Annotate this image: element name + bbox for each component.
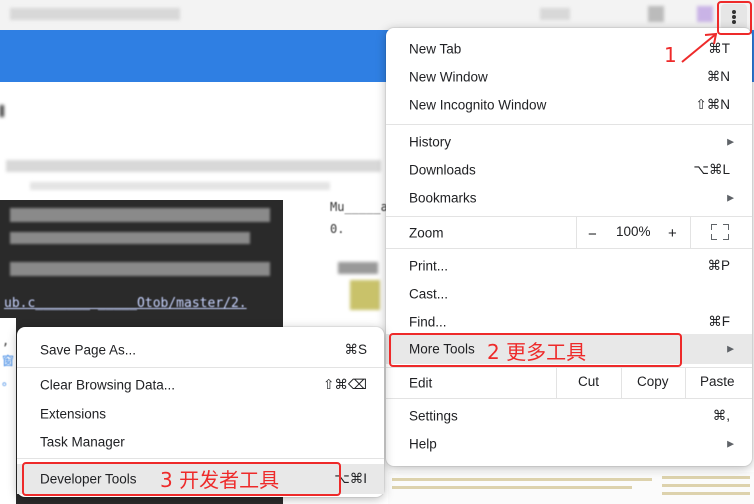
blurred-glyph: 。 (2, 374, 15, 388)
menu-item-find[interactable]: Find... ⌘F (386, 308, 752, 336)
menu-separator (386, 248, 752, 249)
cut-button[interactable]: Cut (578, 374, 599, 389)
blurred-log-line (392, 478, 652, 481)
menu-item-edit: Edit (386, 368, 752, 398)
zoom-level: 100% (616, 224, 651, 239)
blurred-thumbnail (350, 280, 380, 310)
menu-item-new-window[interactable]: New Window ⌘N (386, 63, 752, 91)
submenu-arrow-icon: ▶ (727, 136, 734, 147)
menu-item-label: Settings (409, 408, 458, 424)
edit-divider (685, 367, 686, 398)
blurred-side-text: 0. (330, 222, 345, 236)
shortcut-text: ⌥⌘L (693, 162, 730, 177)
menu-item-label: Bookmarks (409, 190, 477, 206)
browser-main-menu: New Tab ⌘T New Window ⌘N New Incognito W… (386, 28, 752, 466)
paste-button[interactable]: Paste (700, 374, 735, 389)
fullscreen-icon[interactable] (711, 224, 729, 240)
blurred-extension-icon (648, 6, 664, 22)
copy-button[interactable]: Copy (637, 374, 669, 389)
menu-item-task-manager[interactable]: Task Manager (17, 428, 384, 456)
menu-item-downloads[interactable]: Downloads ⌥⌘L (386, 156, 752, 184)
menu-separator (386, 216, 752, 217)
blurred-code-line (10, 262, 270, 276)
menu-item-label: History (409, 134, 452, 150)
menu-separator (386, 124, 752, 125)
shortcut-text: ⇧⌘⌫ (323, 377, 367, 392)
menu-item-zoom: Zoom (386, 218, 752, 248)
blurred-text (0, 105, 4, 117)
menu-item-clear-browsing-data[interactable]: Clear Browsing Data... ⇧⌘⌫ (17, 371, 384, 399)
blurred-paragraph (30, 182, 330, 190)
shortcut-text: ⌘P (707, 258, 730, 273)
blurred-toolbar-item (540, 8, 570, 20)
menu-item-label: New Window (409, 69, 488, 85)
menu-item-label: Find... (409, 314, 447, 330)
menu-item-label: Clear Browsing Data... (40, 377, 176, 393)
blurred-link: ub.c_______ _____Otob/master/2. (4, 296, 247, 311)
zoom-divider (576, 217, 577, 248)
menu-item-bookmarks[interactable]: Bookmarks ▶ (386, 184, 752, 212)
menu-item-label: Extensions (40, 406, 107, 422)
annotation-step-2: 2 更多工具 (487, 340, 587, 364)
shortcut-text: ⇧⌘N (695, 97, 730, 112)
menu-item-label: Task Manager (40, 434, 125, 450)
submenu-arrow-icon: ▶ (727, 343, 734, 354)
menu-item-label: Print... (409, 258, 449, 274)
annotation-step-3: 3 开发者工具 (160, 468, 280, 492)
submenu-arrow-icon: ▶ (727, 438, 734, 449)
menu-item-label: Downloads (409, 162, 476, 178)
shortcut-text: ⌘N (706, 69, 730, 84)
blurred-log-line (662, 484, 750, 487)
blurred-profile-icon (697, 6, 713, 22)
blurred-glyph: 窗 (2, 354, 15, 368)
shortcut-text: ⌘S (344, 342, 367, 357)
menu-item-label: Zoom (409, 225, 444, 241)
zoom-divider (690, 217, 691, 248)
blurred-paragraph (6, 160, 381, 172)
fullscreen-corner (711, 234, 717, 240)
menu-item-label: Cast... (409, 286, 449, 302)
blurred-log-line (662, 476, 750, 479)
zoom-in-button[interactable]: + (668, 225, 677, 242)
fullscreen-corner (723, 234, 729, 240)
edit-divider (556, 367, 557, 398)
fullscreen-corner (711, 224, 717, 230)
blurred-code-line (10, 232, 250, 244)
menu-separator (386, 398, 752, 399)
submenu-arrow-icon: ▶ (727, 192, 734, 203)
menu-item-label: New Incognito Window (409, 97, 547, 113)
shortcut-text: ⌘F (708, 314, 730, 329)
edit-divider (621, 367, 622, 398)
menu-item-history[interactable]: History ▶ (386, 128, 752, 156)
shortcut-text: ⌘, (712, 408, 730, 423)
blurred-log-line (392, 486, 632, 489)
blurred-address-text (10, 8, 180, 20)
annotation-arrow-icon (681, 32, 718, 63)
menu-item-label: Edit (409, 375, 433, 391)
menu-item-new-incognito-window[interactable]: New Incognito Window ⇧⌘N (386, 91, 752, 119)
menu-item-label: New Tab (409, 41, 462, 57)
blurred-glyph: , (2, 334, 10, 348)
menu-separator (17, 458, 384, 459)
annotation-step-1: 1 (664, 43, 677, 67)
annotation-box-menu-button (717, 1, 752, 35)
menu-item-save-page-as[interactable]: Save Page As... ⌘S (17, 336, 384, 364)
zoom-out-button[interactable]: − (588, 226, 597, 243)
blurred-code-line (10, 208, 270, 222)
menu-item-label: Help (409, 436, 437, 452)
menu-item-help[interactable]: Help ▶ (386, 430, 752, 458)
menu-item-extensions[interactable]: Extensions (17, 400, 384, 428)
menu-item-print[interactable]: Print... ⌘P (386, 252, 752, 280)
menu-item-settings[interactable]: Settings ⌘, (386, 402, 752, 430)
fullscreen-corner (723, 224, 729, 230)
menu-separator (17, 367, 384, 368)
blurred-side-text (338, 262, 378, 274)
menu-item-cast[interactable]: Cast... (386, 280, 752, 308)
blurred-log-line (662, 492, 750, 495)
menu-item-label: Save Page As... (40, 342, 137, 358)
